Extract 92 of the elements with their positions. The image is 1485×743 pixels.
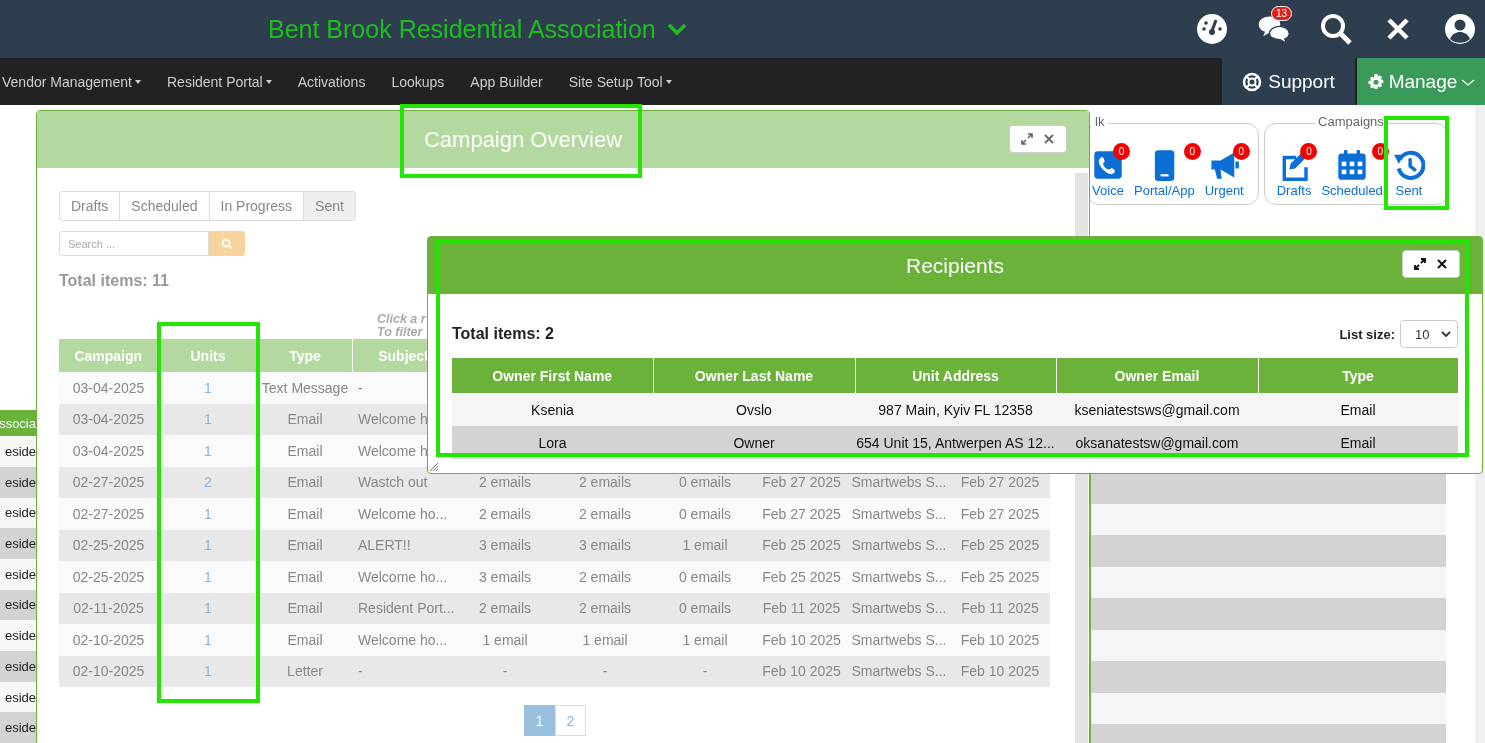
table-cell: Email	[258, 435, 352, 467]
table-cell: 02-27-2025	[59, 466, 158, 498]
table-cell: 3 emails	[455, 561, 555, 593]
table-cell: Feb 10 2025	[950, 624, 1050, 656]
table-cell: 1 email	[655, 529, 755, 561]
table-cell: Email	[258, 624, 352, 656]
table-cell: eside	[0, 712, 36, 743]
table-cell: 02-10-2025	[59, 624, 158, 656]
table-cell: Welcome ho...	[352, 498, 455, 530]
table-cell: Feb 11 2025	[755, 592, 848, 624]
table-cell: Smartwebs S...	[848, 592, 950, 624]
count-badge: 0	[1113, 143, 1130, 160]
table-cell: Feb 25 2025	[755, 529, 848, 561]
dialog-title: Campaign Overview	[423, 126, 623, 153]
table-cell: eside	[0, 436, 36, 467]
table-cell: eside	[0, 497, 36, 529]
table-cell: 1 email	[455, 624, 555, 656]
table-cell: 02-25-2025	[59, 561, 158, 593]
table-cell: -	[655, 655, 755, 687]
table-cell: Ksenia	[452, 393, 653, 426]
table-cell: eside	[0, 559, 36, 590]
table-cell: kseniatestsws@gmail.com	[1056, 393, 1258, 426]
table-cell: eside	[0, 466, 36, 498]
table-cell: 1 email	[555, 624, 655, 656]
table-cell: Smartwebs S...	[848, 561, 950, 593]
table-cell: 2 emails	[555, 561, 655, 593]
table-cell: Feb 11 2025	[950, 592, 1050, 624]
table-cell: 1 email	[655, 624, 755, 656]
table-cell: 2 emails	[455, 592, 555, 624]
table-cell: Welcome ho...	[352, 624, 455, 656]
table-cell: 03-04-2025	[59, 403, 158, 435]
table-cell: eside	[0, 681, 36, 713]
table-cell: 0 emails	[655, 592, 755, 624]
table-cell: Ovslo	[653, 393, 855, 426]
group-label: Campaigns	[1315, 114, 1387, 129]
table-cell: 3 emails	[555, 529, 655, 561]
table-cell: Smartwebs S...	[848, 655, 950, 687]
table-cell: 03-04-2025	[59, 435, 158, 467]
table-cell: Feb 27 2025	[950, 498, 1050, 530]
table-cell: eside	[0, 620, 36, 651]
table-cell: Email	[258, 561, 352, 593]
table-cell: Text Message	[258, 372, 352, 404]
table-cell: 02-10-2025	[59, 655, 158, 687]
table-cell: Feb 10 2025	[950, 655, 1050, 687]
table-cell: Feb 27 2025	[755, 498, 848, 530]
table-cell: Email	[258, 592, 352, 624]
count-badge: 0	[1183, 143, 1201, 160]
table-cell: 3 emails	[455, 529, 555, 561]
table-cell: 02-27-2025	[59, 498, 158, 530]
table-cell: Email	[258, 466, 352, 498]
table-cell: -	[555, 655, 655, 687]
table-header-cell: ssocia	[0, 410, 36, 437]
table-cell: 03-04-2025	[59, 372, 158, 404]
hint-text: Click a r	[377, 313, 426, 326]
table-cell: Welcome ho...	[352, 561, 455, 593]
table-cell: Feb 25 2025	[755, 561, 848, 593]
table-cell: eside	[0, 528, 36, 559]
table-cell: Feb 10 2025	[755, 655, 848, 687]
table-cell: 2 emails	[455, 498, 555, 530]
table-cell: eside	[0, 589, 36, 621]
table-cell: Resident Port...	[352, 592, 455, 624]
list-size-label: List size:	[1339, 326, 1395, 342]
table-cell: 02-11-2025	[59, 592, 158, 624]
table-cell: Feb 10 2025	[755, 624, 848, 656]
table-cell: 02-25-2025	[59, 529, 158, 561]
table-cell: Email	[258, 498, 352, 530]
table-cell: Letter	[258, 655, 352, 687]
table-cell: Smartwebs S...	[848, 624, 950, 656]
table-cell: 0 emails	[655, 561, 755, 593]
table-cell: ALERT!!	[352, 529, 455, 561]
table-cell: 2 emails	[555, 592, 655, 624]
table-cell: -	[455, 655, 555, 687]
count-badge: 0	[1232, 143, 1250, 160]
table-cell: -	[352, 655, 455, 687]
hint-text: To filter	[377, 326, 424, 339]
dialog-title: Recipients	[905, 253, 1005, 278]
table-cell: Feb 25 2025	[950, 529, 1050, 561]
table-cell: Feb 25 2025	[950, 561, 1050, 593]
table-cell: Email	[258, 403, 352, 435]
group-label: lk	[1092, 114, 1108, 129]
table-cell: 2 emails	[555, 498, 655, 530]
table-cell: eside	[0, 651, 36, 682]
table-cell: Email	[258, 529, 352, 561]
table-cell: Email	[1258, 393, 1458, 426]
total-items-label: Total items: 11	[59, 272, 170, 290]
table-cell: 987 Main, Kyiv FL 12358	[855, 393, 1056, 426]
total-items-label: Total items: 2	[452, 325, 554, 343]
notification-badge: 13	[1271, 6, 1293, 21]
table-cell: Smartwebs S...	[848, 498, 950, 530]
count-badge: 0	[1300, 143, 1318, 160]
table-cell: Smartwebs S...	[848, 529, 950, 561]
table-cell: 0 emails	[655, 498, 755, 530]
